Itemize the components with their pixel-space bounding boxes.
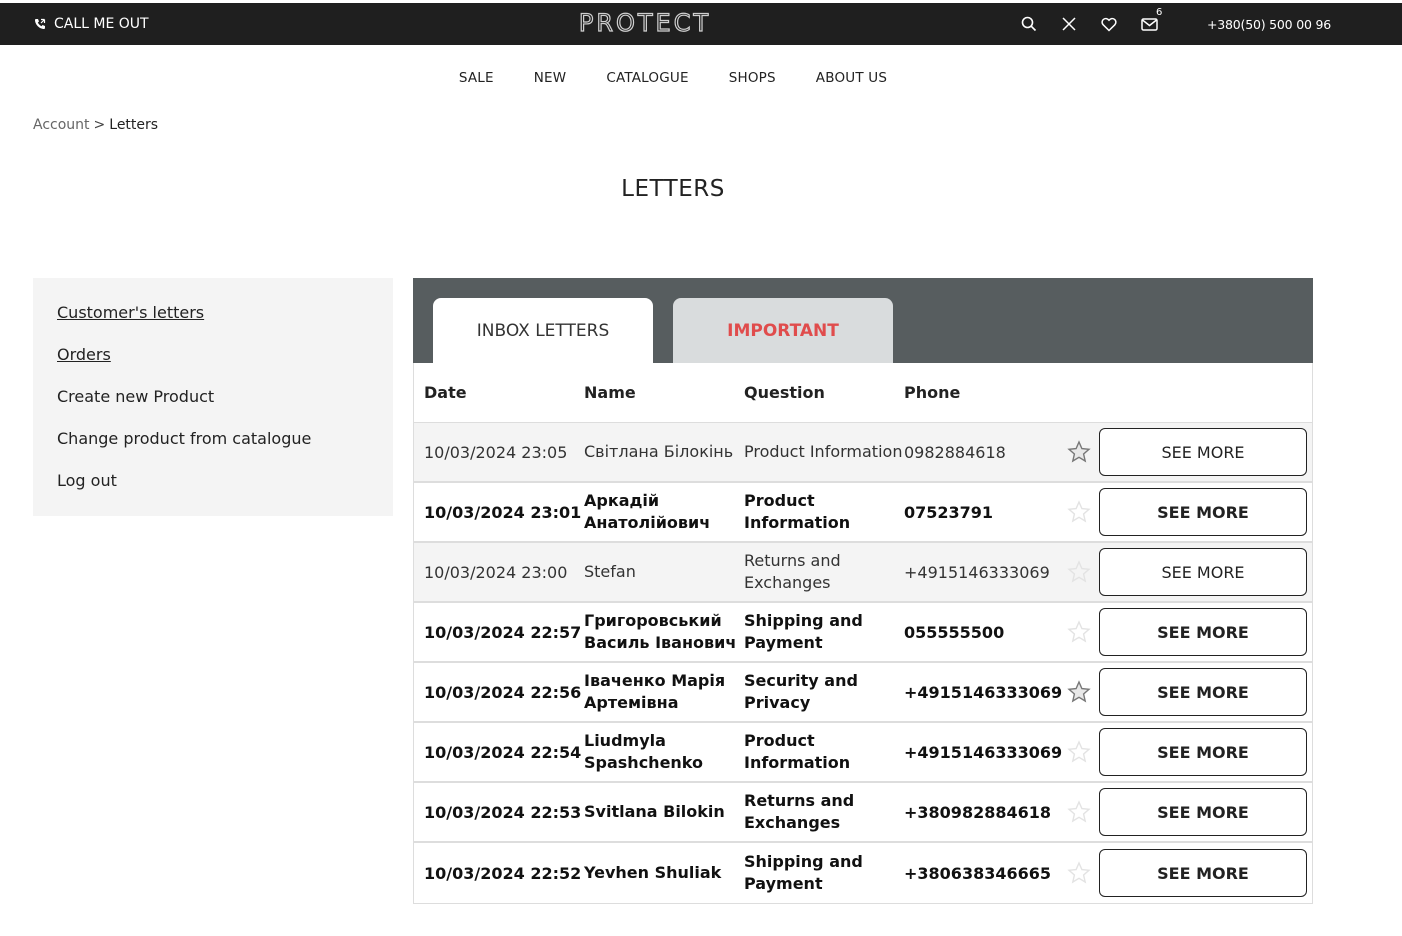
- sidebar-item-change-product[interactable]: Change product from catalogue: [57, 428, 369, 470]
- account-sidebar: Customer's letters Orders Create new Pro…: [33, 278, 393, 516]
- row-name: Liudmyla Spashchenko: [584, 731, 704, 772]
- see-more-button[interactable]: SEE MORE: [1099, 788, 1307, 836]
- nav-new[interactable]: NEW: [534, 70, 567, 86]
- row-name: Yevhen Shuliak: [584, 863, 722, 882]
- sidebar-item-customers-letters[interactable]: Customer's letters: [57, 302, 369, 344]
- letters-panel: INBOX LETTERS IMPORTANT Date Name Questi…: [413, 278, 1313, 904]
- row-phone: 0982884618: [904, 442, 1006, 462]
- table-row[interactable]: 10/03/2024 23:05 Світлана Білокінь Produ…: [414, 423, 1312, 483]
- row-date: 10/03/2024 23:00: [424, 562, 568, 582]
- protect-logo[interactable]: PROTECT: [569, 8, 721, 36]
- table-row[interactable]: 10/03/2024 22:53 Svitlana Bilokin Return…: [414, 783, 1312, 843]
- row-phone: +380982884618: [904, 802, 1051, 822]
- row-question: Product Information: [744, 491, 851, 532]
- svg-text:PROTECT: PROTECT: [579, 9, 711, 36]
- see-more-button[interactable]: SEE MORE: [1099, 849, 1307, 897]
- call-me-out-link[interactable]: CALL ME OUT: [34, 3, 149, 45]
- star-icon[interactable]: [1067, 560, 1091, 584]
- header-phone[interactable]: +380(50) 500 00 96: [1207, 3, 1331, 45]
- row-question: Returns and Exchanges: [744, 791, 855, 832]
- row-phone: 07523791: [904, 502, 994, 522]
- row-date: 10/03/2024 23:01: [424, 502, 582, 522]
- row-name: Svitlana Bilokin: [584, 802, 725, 821]
- row-phone: +4915146333069: [904, 742, 1063, 762]
- see-more-button[interactable]: SEE MORE: [1099, 428, 1307, 476]
- tab-important[interactable]: IMPORTANT: [673, 298, 893, 363]
- row-question: Returns and Exchanges: [744, 551, 841, 592]
- see-more-button[interactable]: SEE MORE: [1099, 488, 1307, 536]
- see-more-button[interactable]: SEE MORE: [1099, 548, 1307, 596]
- top-bar: CALL ME OUT PROTECT 6 +380(50) 500 00 96: [0, 3, 1402, 45]
- breadcrumb-current: Letters: [109, 117, 159, 133]
- sidebar-item-create-product[interactable]: Create new Product: [57, 386, 369, 428]
- table-body: 10/03/2024 23:05 Світлана Білокінь Produ…: [414, 423, 1312, 903]
- see-more-button[interactable]: SEE MORE: [1099, 608, 1307, 656]
- row-question: Product Information: [744, 731, 851, 772]
- table-row[interactable]: 10/03/2024 22:52 Yevhen Shuliak Shipping…: [414, 843, 1312, 903]
- row-question: Shipping and Payment: [744, 611, 863, 652]
- row-phone: 055555500: [904, 622, 1005, 642]
- header-name: Name: [584, 382, 636, 402]
- row-date: 10/03/2024 23:05: [424, 442, 568, 462]
- row-name: Аркадій Анатолійович: [584, 491, 711, 532]
- nav-about-us[interactable]: ABOUT US: [816, 70, 887, 86]
- letters-table: Date Name Question Phone 10/03/2024 23:0…: [413, 363, 1313, 904]
- table-row[interactable]: 10/03/2024 23:01 Аркадій Анатолійович Pr…: [414, 483, 1312, 543]
- star-icon[interactable]: [1067, 440, 1091, 464]
- row-date: 10/03/2024 22:56: [424, 682, 582, 702]
- table-header: Date Name Question Phone: [414, 363, 1312, 423]
- row-name: Stefan: [584, 562, 636, 581]
- nav-catalogue[interactable]: CATALOGUE: [606, 70, 688, 86]
- row-question: Product Information: [744, 442, 903, 461]
- table-row[interactable]: 10/03/2024 22:54 Liudmyla Spashchenko Pr…: [414, 723, 1312, 783]
- mail-icon[interactable]: 6: [1138, 7, 1162, 35]
- nav-shops[interactable]: SHOPS: [729, 70, 776, 86]
- call-me-out-label: CALL ME OUT: [54, 16, 149, 32]
- mail-count-badge: 6: [1156, 7, 1163, 18]
- header-date: Date: [424, 383, 467, 402]
- see-more-button[interactable]: SEE MORE: [1099, 728, 1307, 776]
- star-icon[interactable]: [1067, 740, 1091, 764]
- table-row[interactable]: 10/03/2024 22:56 Іваченко Марія Артемівн…: [414, 663, 1312, 723]
- row-name: Іваченко Марія Артемівна: [584, 671, 726, 712]
- search-icon[interactable]: [1018, 13, 1040, 35]
- heart-icon[interactable]: [1098, 13, 1120, 35]
- page-title: LETTERS: [621, 176, 725, 202]
- row-name: Григоровський Василь Іванович: [584, 611, 737, 652]
- close-icon[interactable]: [1058, 13, 1080, 35]
- row-phone: +380638346665: [904, 863, 1051, 883]
- star-icon[interactable]: [1067, 861, 1091, 885]
- breadcrumb: Account > Letters: [33, 117, 158, 133]
- letters-tab-bar: INBOX LETTERS IMPORTANT: [413, 278, 1313, 363]
- phone-icon: [35, 18, 46, 29]
- main-nav: SALE NEW CATALOGUE SHOPS ABOUT US: [0, 70, 1346, 86]
- see-more-button[interactable]: SEE MORE: [1099, 668, 1307, 716]
- row-date: 10/03/2024 22:53: [424, 802, 582, 822]
- row-phone: +4915146333069: [904, 682, 1063, 702]
- row-phone: +4915146333069: [904, 562, 1050, 582]
- row-question: Security and Privacy: [744, 671, 858, 712]
- table-row[interactable]: 10/03/2024 22:57 Григоровський Василь Ів…: [414, 603, 1312, 663]
- sidebar-item-log-out[interactable]: Log out: [57, 470, 369, 512]
- row-name: Світлана Білокінь: [584, 442, 734, 461]
- star-icon[interactable]: [1067, 620, 1091, 644]
- sidebar-item-orders[interactable]: Orders: [57, 344, 369, 386]
- row-question: Shipping and Payment: [744, 852, 863, 893]
- row-date: 10/03/2024 22:52: [424, 863, 582, 883]
- star-icon[interactable]: [1067, 800, 1091, 824]
- header-question: Question: [744, 382, 825, 402]
- table-row[interactable]: 10/03/2024 23:00 Stefan Returns and Exch…: [414, 543, 1312, 603]
- tab-inbox-letters[interactable]: INBOX LETTERS: [433, 298, 653, 363]
- row-date: 10/03/2024 22:57: [424, 622, 582, 642]
- star-icon[interactable]: [1067, 500, 1091, 524]
- star-icon[interactable]: [1067, 680, 1091, 704]
- breadcrumb-separator: >: [93, 117, 106, 133]
- breadcrumb-account[interactable]: Account: [33, 117, 90, 133]
- header-phone-column: Phone: [904, 383, 961, 402]
- nav-sale[interactable]: SALE: [459, 70, 494, 86]
- row-date: 10/03/2024 22:54: [424, 742, 582, 762]
- header-icons: 6: [1018, 3, 1162, 45]
